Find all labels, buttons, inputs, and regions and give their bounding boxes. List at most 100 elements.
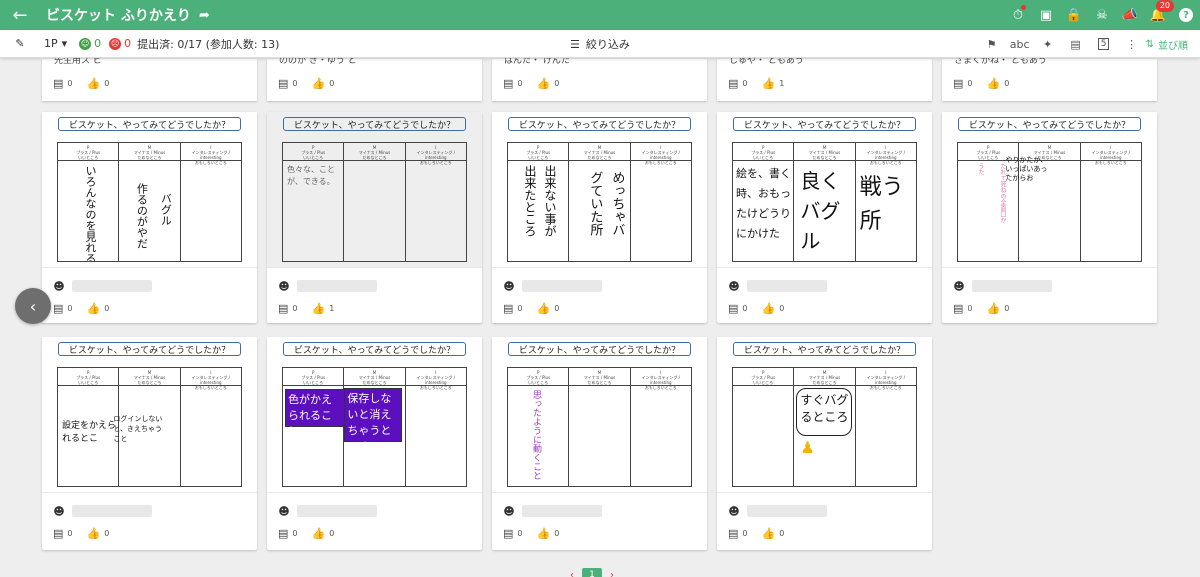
card-image: ビスケット、やってみてどうでしたか？ P プラス / Plus いいところ 色々な… xyxy=(267,112,482,268)
card-stats: ▤ 0 👍 0 xyxy=(953,77,1019,90)
tag-icon[interactable]: ⚑ xyxy=(978,30,1006,58)
col-header-p: P プラス / Plus いいところ xyxy=(733,143,794,161)
comment-icon[interactable]: ▤ xyxy=(53,77,63,90)
comment-icon[interactable]: ▤ xyxy=(728,302,738,315)
like-icon[interactable]: 👍 xyxy=(987,77,1001,90)
col-header-p: P プラス / Plus いいところ xyxy=(58,368,119,386)
sort-button[interactable]: ⇅ 並び順 xyxy=(1146,37,1188,52)
comment-count: 0 xyxy=(742,304,748,313)
like-icon[interactable]: 👍 xyxy=(537,302,551,315)
like-icon[interactable]: 👍 xyxy=(87,302,101,315)
like-icon[interactable]: 👍 xyxy=(537,77,551,90)
edit-icon[interactable]: ✎ xyxy=(6,30,34,58)
page-select[interactable]: 1P ▾ xyxy=(44,37,67,50)
col-header-i: I インタレスティング / interesting おもしろいところ xyxy=(855,368,916,390)
comment-icon[interactable]: ▤ xyxy=(278,527,288,540)
toolbar-actions: ⚑ abc ✦ ▤ 5 ⋮ ⇅ 並び順 xyxy=(978,30,1200,58)
help-icon[interactable]: ? xyxy=(1172,0,1200,30)
share-icon[interactable]: ➦ xyxy=(199,8,210,23)
student-card[interactable]: ビスケット、やってみてどうでしたか？ P プラス / Plus いいところ 設定を… xyxy=(42,337,257,550)
number-box-icon[interactable]: 5 xyxy=(1090,30,1118,58)
sad-face-icon: ☹ xyxy=(109,37,122,50)
note-text: グていた所 xyxy=(587,171,603,236)
lock-icon[interactable]: 🔒 xyxy=(1060,0,1088,30)
slideshow-icon[interactable]: ▣ xyxy=(1032,0,1060,30)
card-image: ビスケット、やってみてどうでしたか？ P プラス / Plus いいところ いろん… xyxy=(42,112,257,268)
diagram-icon[interactable]: ✦ xyxy=(1034,30,1062,58)
comment-count: 0 xyxy=(67,79,73,88)
announce-icon[interactable]: 📣 xyxy=(1116,0,1144,30)
comment-count: 0 xyxy=(742,529,748,538)
col-header-m: M マイナス / Minus だめなところ xyxy=(344,368,405,386)
like-count: 0 xyxy=(1004,79,1010,88)
pagination-next-icon[interactable]: › xyxy=(610,570,614,577)
avatar-icon: ☻ xyxy=(728,280,740,293)
like-icon[interactable]: 👍 xyxy=(87,77,101,90)
comment-icon[interactable]: ▤ xyxy=(728,527,738,540)
student-card[interactable]: ビスケット、やってみてどうでしたか？ P プラス / Plus いいところ 色々な… xyxy=(267,112,482,323)
student-card[interactable]: ビスケット、やってみてどうでしたか？ P プラス / Plus いいところ たれて… xyxy=(942,112,1157,323)
note-text: 戦う所 xyxy=(859,175,904,234)
comment-icon[interactable]: ▤ xyxy=(278,302,288,315)
like-icon[interactable]: 👍 xyxy=(87,527,101,540)
comment-icon[interactable]: ▤ xyxy=(503,77,513,90)
student-card[interactable]: ビスケット、やってみてどうでしたか？ P プラス / Plus いいところ 色がか… xyxy=(267,337,482,550)
avatar-icon: ☻ xyxy=(953,280,965,293)
spellcheck-icon[interactable]: abc xyxy=(1006,30,1034,58)
card-partial[interactable]: さまくかね・ ともあう ▤ 0 👍 0 xyxy=(942,56,1157,101)
card-image: ビスケット、やってみてどうでしたか？ P プラス / Plus いいところ 絵を、… xyxy=(717,112,932,268)
student-card[interactable]: ビスケット、やってみてどうでしたか？ P プラス / Plus いいところ M … xyxy=(717,337,932,550)
like-icon[interactable]: 👍 xyxy=(762,527,776,540)
like-icon[interactable]: 👍 xyxy=(312,527,326,540)
card-partial[interactable]: はんた・ けんた ▤ 0 👍 0 xyxy=(492,56,707,101)
card-partial[interactable]: ののか き・ゆう と ▤ 0 👍 0 xyxy=(267,56,482,101)
card-image: ビスケット、やってみてどうでしたか？ P プラス / Plus いいところ 出来な… xyxy=(492,112,707,268)
bell-icon[interactable]: 🔔 20 xyxy=(1144,0,1174,30)
like-icon[interactable]: 👍 xyxy=(762,302,776,315)
avatar-icon: ☻ xyxy=(53,505,65,518)
card-partial[interactable]: 先生用ス ビ ▤ 0 👍 0 xyxy=(42,56,257,101)
card-partial[interactable]: しゅや・ ともあう ▤ 0 👍 1 xyxy=(717,56,932,101)
like-count: 1 xyxy=(329,304,335,313)
happy-count: 0 xyxy=(94,37,102,50)
timer-icon[interactable]: ⏱ xyxy=(1004,0,1032,30)
comment-icon[interactable]: ▤ xyxy=(953,302,963,315)
avatar-icon: ☻ xyxy=(278,505,290,518)
student-card[interactable]: ビスケット、やってみてどうでしたか？ P プラス / Plus いいところ 思った… xyxy=(492,337,707,550)
back-arrow-icon[interactable]: ← xyxy=(0,0,40,30)
comment-icon[interactable]: ▤ xyxy=(53,527,63,540)
student-card[interactable]: ビスケット、やってみてどうでしたか？ P プラス / Plus いいところ 絵を、… xyxy=(717,112,932,323)
filter-button[interactable]: ☰ 絞り込み xyxy=(570,30,630,58)
note-text: 思ったように動くこと xyxy=(531,390,541,480)
like-count: 1 xyxy=(779,79,785,88)
comment-icon[interactable]: ▤ xyxy=(503,302,513,315)
card-stats: ▤ 0 👍 0 xyxy=(953,302,1019,315)
comment-icon[interactable]: ▤ xyxy=(503,527,513,540)
like-icon[interactable]: 👍 xyxy=(762,77,776,90)
more-vert-icon[interactable]: ⋮ xyxy=(1118,30,1146,58)
like-icon[interactable]: 👍 xyxy=(312,302,326,315)
previous-page-button[interactable]: ‹ xyxy=(15,288,51,324)
note-text: 出来ない事が xyxy=(543,165,557,237)
comment-count: 0 xyxy=(967,79,973,88)
card-image: ビスケット、やってみてどうでしたか？ P プラス / Plus いいところ 思った… xyxy=(492,337,707,493)
comment-icon[interactable]: ▤ xyxy=(53,302,63,315)
comment-icon[interactable]: ▤ xyxy=(278,77,288,90)
anonymous-icon[interactable]: ☠ xyxy=(1088,0,1116,30)
like-icon[interactable]: 👍 xyxy=(987,302,1001,315)
like-count: 0 xyxy=(554,304,560,313)
card-stats: ▤ 0 👍 0 xyxy=(278,527,344,540)
image-search-icon[interactable]: ▤ xyxy=(1062,30,1090,58)
like-icon[interactable]: 👍 xyxy=(312,77,326,90)
card-image: ビスケット、やってみてどうでしたか？ P プラス / Plus いいところ M … xyxy=(717,337,932,493)
page-number-current[interactable]: 1 xyxy=(582,568,602,577)
comment-icon[interactable]: ▤ xyxy=(728,77,738,90)
pagination-prev-icon[interactable]: ‹ xyxy=(570,570,574,577)
student-card[interactable]: ビスケット、やってみてどうでしたか？ P プラス / Plus いいところ 出来な… xyxy=(492,112,707,323)
like-icon[interactable]: 👍 xyxy=(537,527,551,540)
col-header-p: P プラス / Plus いいところ xyxy=(508,143,569,161)
comment-icon[interactable]: ▤ xyxy=(953,77,963,90)
student-card[interactable]: ビスケット、やってみてどうでしたか？ P プラス / Plus いいところ いろん… xyxy=(42,112,257,323)
pmi-table: P プラス / Plus いいところ 絵を、書く時、おもったけどうりにかけた M … xyxy=(732,142,917,262)
card-stats: ▤ 0 👍 0 xyxy=(728,302,794,315)
